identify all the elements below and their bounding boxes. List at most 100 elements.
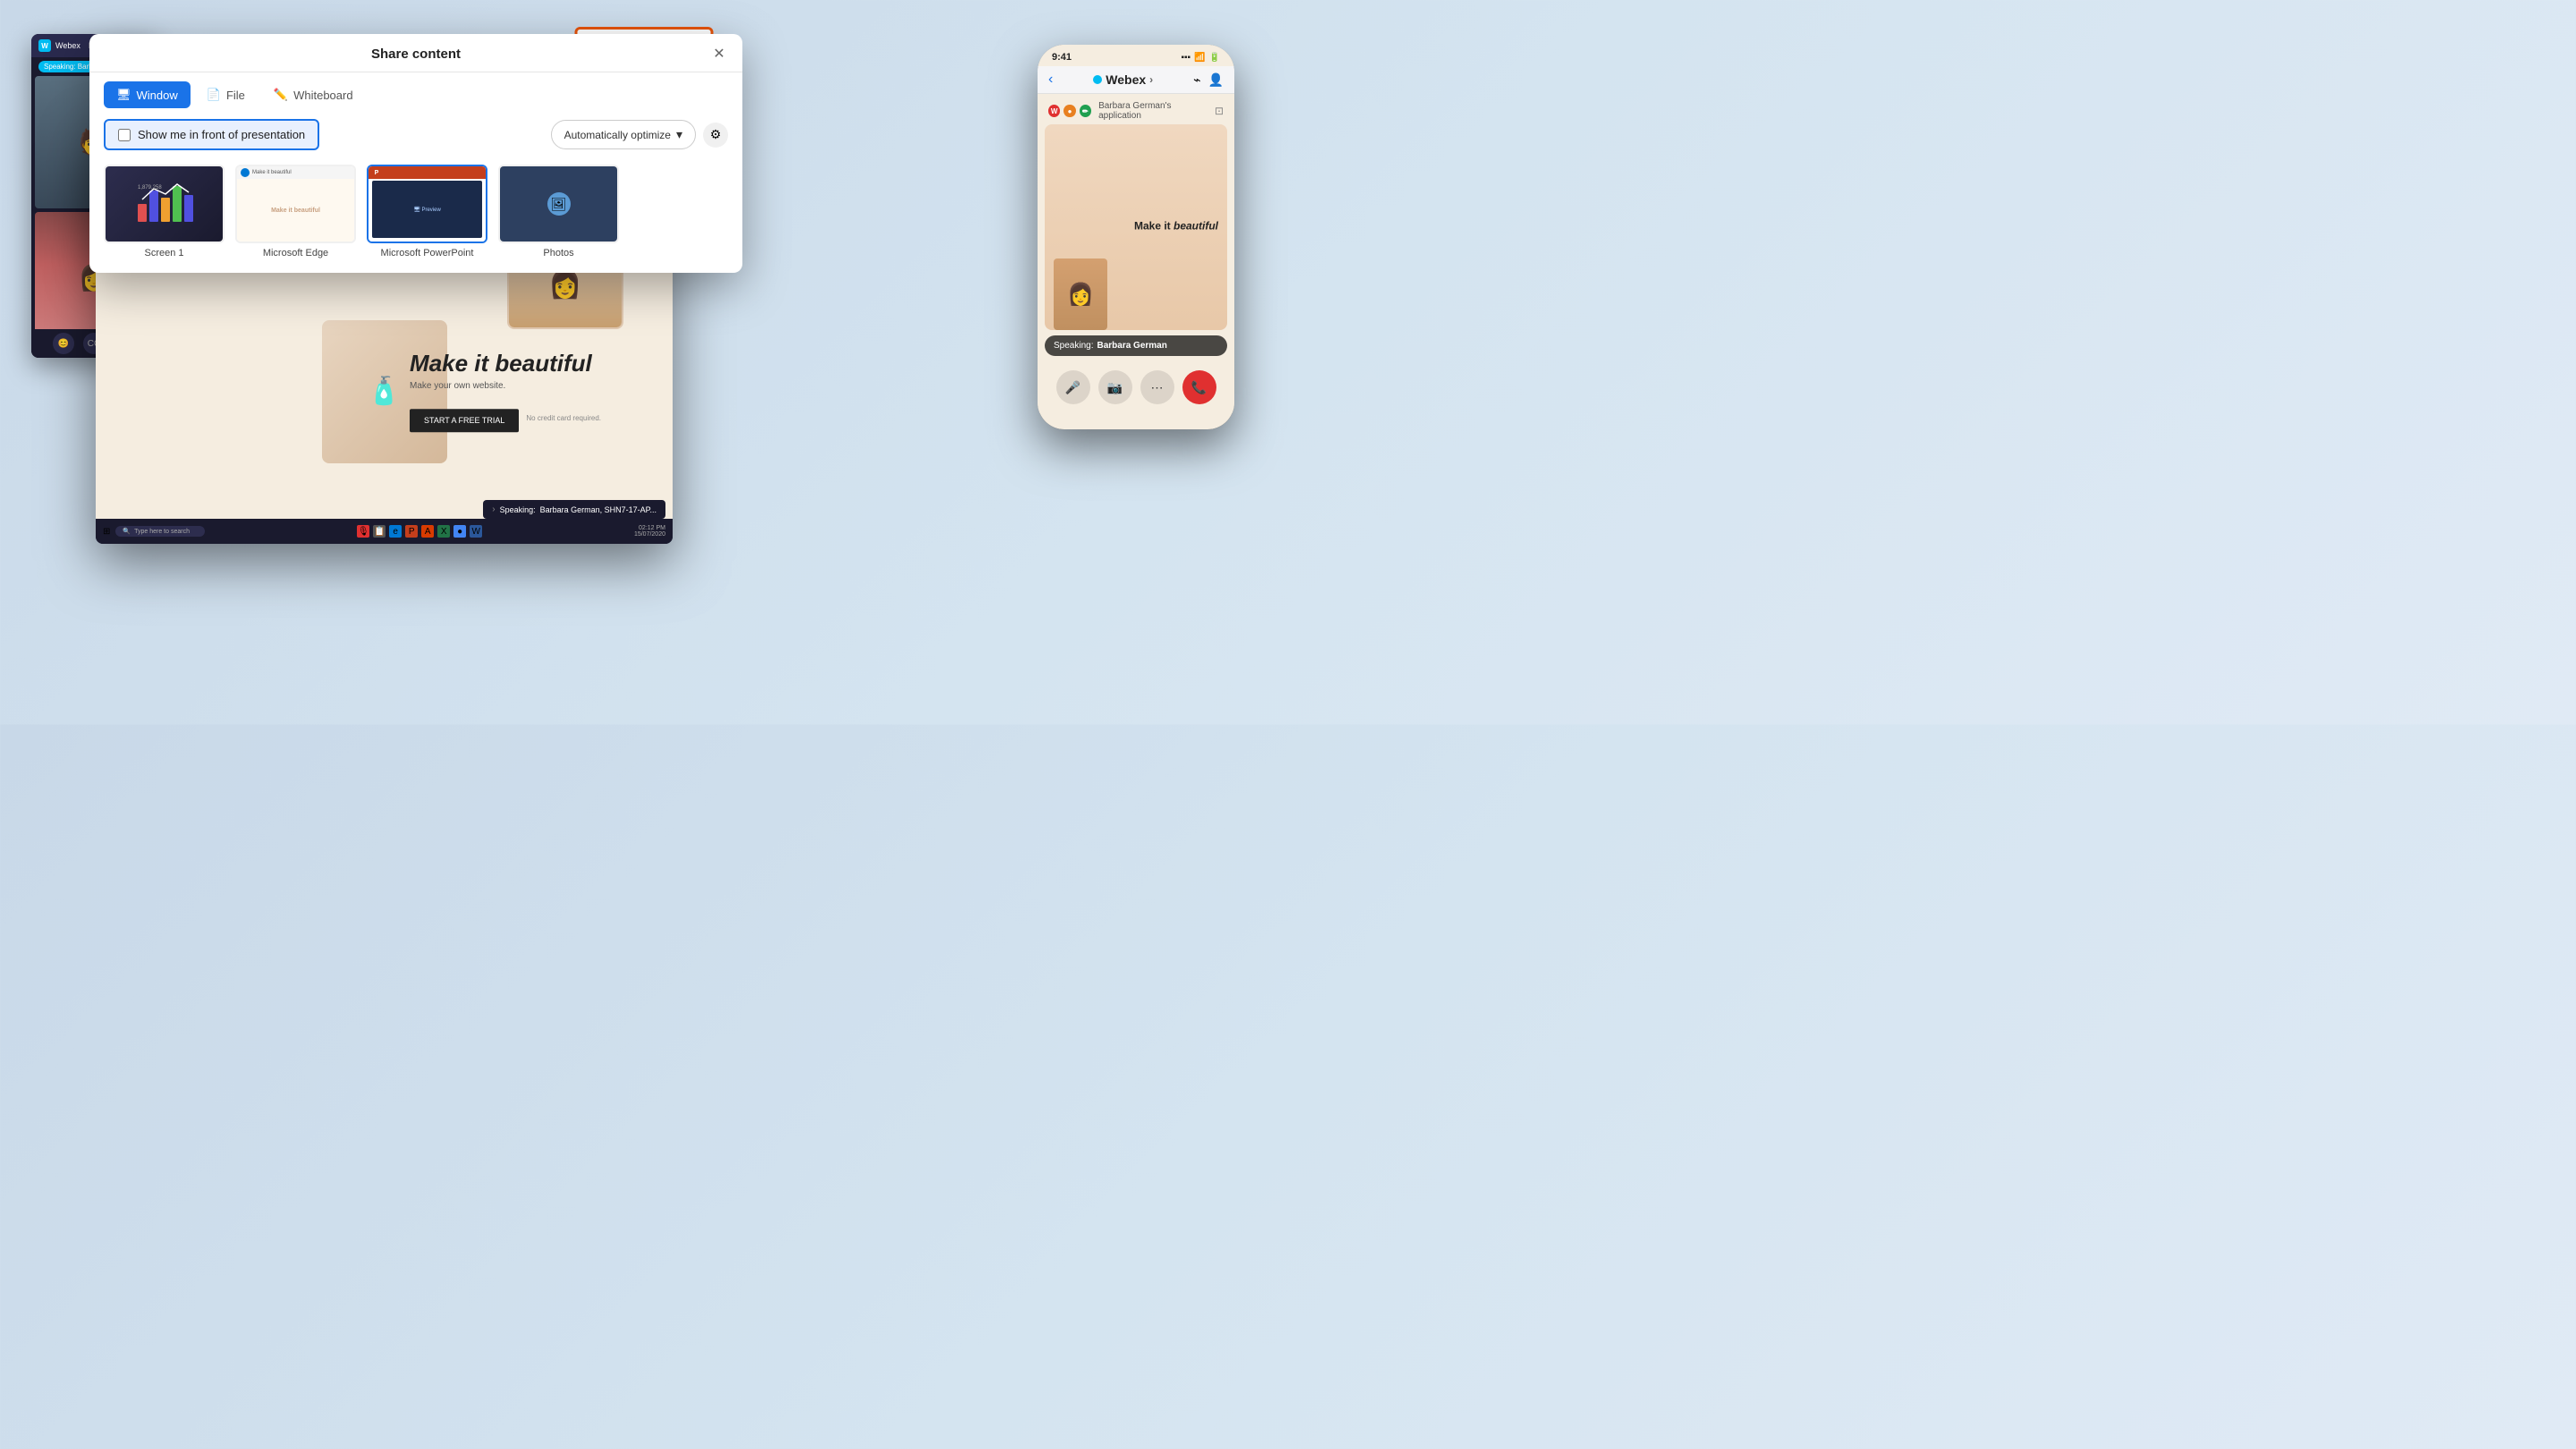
indicator-dot-green: ✏ (1080, 105, 1091, 117)
whiteboard-tab-label: Whiteboard (293, 89, 352, 102)
phone-back-button[interactable]: ‹ (1048, 72, 1053, 88)
taskbar-search-icon: 🔍 (123, 528, 131, 535)
indicator-dot-red: W (1048, 105, 1060, 117)
hero-cta-button[interactable]: START A FREE TRIAL (410, 409, 519, 432)
hero-title-italic: beautiful (495, 350, 591, 377)
file-tab-icon: 📄 (207, 88, 221, 102)
optimize-settings-btn[interactable]: ⚙ (703, 123, 728, 148)
optimize-chevron: ▾ (676, 127, 682, 142)
app-indicator-label: Barbara German's application (1098, 101, 1211, 121)
taskbar-search-label: Type here to search (134, 529, 190, 535)
edge-content-text: Make it beautiful (271, 208, 320, 214)
dialog-options-row: Show me in front of presentation Automat… (89, 108, 742, 157)
taskbar-date: 15/07/2020 (634, 531, 665, 538)
photos-icon: 🖼 (547, 192, 571, 216)
ppt-thumb: P 🖥 Preview (367, 165, 487, 243)
ppt-preview-text: 🖥 Preview (413, 207, 441, 213)
ppt-bg: P 🖥 Preview (369, 166, 486, 242)
taskbar-left: ⊞ 🔍 Type here to search (103, 526, 205, 537)
show-me-checkbox[interactable]: Show me in front of presentation (104, 119, 319, 150)
optimize-controls: Automatically optimize ▾ ⚙ (551, 120, 728, 149)
tab-window[interactable]: 🖥 Window (104, 81, 191, 108)
taskbar-search[interactable]: 🔍 Type here to search (115, 526, 205, 537)
hero-cta-note: No credit card required. (526, 414, 601, 422)
edge-label: Microsoft Edge (263, 248, 328, 258)
dialog-titlebar: Share content ✕ (89, 34, 742, 72)
show-me-checkbox-input[interactable] (118, 129, 131, 141)
wifi-icon: 📶 (1194, 53, 1205, 63)
phone-profile-icon: 👤 (1208, 72, 1224, 88)
tab-whiteboard[interactable]: ✏️ Whiteboard (261, 81, 366, 108)
phone-end-call-btn[interactable]: 📞 (1182, 370, 1216, 404)
phone-app-title: Webex (1106, 72, 1146, 87)
app-indicators: W ● ✏ Barbara German's application ⊡ (1038, 94, 1234, 124)
phone-screen: 9:41 ▪▪▪ 📶 🔋 ‹ Webex › ⌁ 👤 W ● ✏ (1038, 45, 1234, 429)
taskbar-icon-2: 📋 (373, 525, 386, 538)
edge-bg: Make it beautiful Make it beautiful (237, 166, 354, 242)
phone-status-bar: 9:41 ▪▪▪ 📶 🔋 (1038, 45, 1234, 66)
speaking-chevron: › (492, 504, 495, 514)
sidebar-emoji-btn[interactable]: 😊 (53, 333, 74, 354)
taskbar-time: 02:12 PM (634, 525, 665, 531)
phone-time: 9:41 (1052, 52, 1072, 63)
phone-expand-icon[interactable]: ⊡ (1215, 105, 1224, 117)
edge-icon (241, 168, 250, 177)
window-thumb-edge[interactable]: Make it beautiful Make it beautiful Micr… (235, 165, 356, 258)
file-tab-label: File (226, 89, 245, 102)
phone-nav-chevron: › (1149, 73, 1153, 86)
taskbar-ppt-icon: P (405, 525, 418, 538)
edge-tab-label: Make it beautiful (252, 170, 292, 175)
window-thumb-screen1[interactable]: 1,879,258 Screen 1 (104, 165, 225, 258)
battery-icon: 🔋 (1209, 53, 1220, 63)
phone-controls: 🎤 📷 ⋯ 📞 (1038, 361, 1234, 413)
phone-video-btn[interactable]: 📷 (1098, 370, 1132, 404)
speaking-prefix: Speaking: (500, 505, 536, 514)
webex-dot (1093, 75, 1102, 84)
chart-svg: 1,879,258 (133, 182, 196, 226)
ppt-header: P (369, 166, 486, 179)
auto-optimize-button[interactable]: Automatically optimize ▾ (551, 120, 696, 149)
taskbar-excel-icon: X (437, 525, 450, 538)
svg-text:1,879,258: 1,879,258 (138, 185, 162, 191)
hero-subtitle: Make your own website. (410, 381, 601, 391)
photos-label: Photos (543, 248, 573, 258)
tab-file[interactable]: 📄 File (194, 81, 258, 108)
dialog-close-button[interactable]: ✕ (710, 45, 728, 63)
edge-content: Make it beautiful (237, 179, 354, 242)
phone-bluetooth-icon: ⌁ (1193, 72, 1200, 88)
taskbar-pdf-icon: A (421, 525, 434, 538)
phone-more-btn[interactable]: ⋯ (1140, 370, 1174, 404)
phone-mute-btn[interactable]: 🎤 (1056, 370, 1090, 404)
taskbar-icons: 🎙 📋 e P A X ● W (357, 525, 482, 538)
phone-sq-text: Make it beautiful (1134, 219, 1218, 232)
hero-text-area: Make it beautiful Make your own website.… (410, 351, 601, 433)
phone-sq-hero: 👩 Make it beautiful (1045, 124, 1227, 330)
phone-nav-bar: ‹ Webex › ⌁ 👤 (1038, 66, 1234, 94)
phone-speaking-prefix: Speaking: (1054, 341, 1093, 351)
share-content-dialog: Share content ✕ 🖥 Window 📄 File ✏️ White… (89, 34, 742, 273)
speaking-name-br: Barbara German, SHN7-17-AP... (540, 505, 657, 514)
screen-bg: 1,879,258 (106, 166, 223, 242)
taskbar-right: 02:12 PM 15/07/2020 (634, 525, 665, 538)
photos-bg: 🖼 (500, 166, 617, 242)
speaking-banner-br: › Speaking: Barbara German, SHN7-17-AP..… (483, 500, 665, 519)
whiteboard-tab-icon: ✏️ (274, 88, 288, 102)
taskbar-edge-icon: e (389, 525, 402, 538)
webex-logo: W (38, 39, 51, 52)
screen1-label: Screen 1 (144, 248, 183, 258)
phone-sq-italic: beautiful (1174, 219, 1218, 232)
ppt-icon: P (372, 168, 381, 177)
window-thumb-photos[interactable]: 🖼 Photos (498, 165, 619, 258)
dialog-tabs: 🖥 Window 📄 File ✏️ Whiteboard (89, 72, 742, 108)
dialog-title: Share content (122, 47, 710, 62)
windows-icon: ⊞ (103, 527, 110, 537)
window-thumb-ppt[interactable]: P 🖥 Preview Microsoft PowerPoint (367, 165, 487, 258)
photos-thumb: 🖼 (498, 165, 619, 243)
hero-title: Make it beautiful (410, 351, 601, 377)
edge-header: Make it beautiful (237, 166, 354, 179)
taskbar-icon-1: 🎙 (357, 525, 369, 538)
screen1-thumb: 1,879,258 (104, 165, 225, 243)
phone-person-image: 👩 (1054, 258, 1107, 330)
phone-sq-title: Make it (1134, 219, 1171, 232)
window-tab-label: Window (137, 89, 178, 102)
